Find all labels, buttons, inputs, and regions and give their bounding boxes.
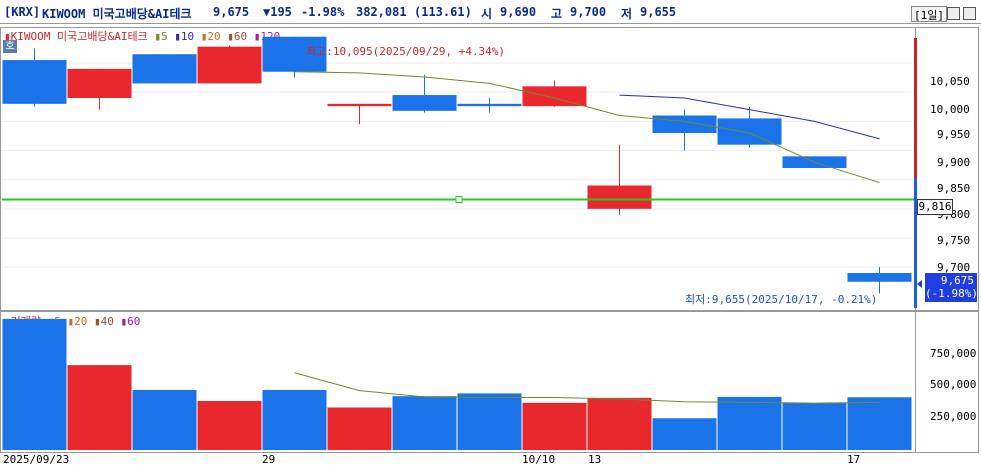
volume-bar (717, 396, 782, 450)
candle-body (847, 273, 912, 282)
crosshair-handle (455, 196, 463, 203)
last-change-value: (-1.98%) (925, 287, 978, 300)
volume-bar (392, 396, 457, 450)
range-bar-down (914, 178, 917, 308)
volume-bar (2, 318, 67, 450)
candle-body (652, 115, 717, 133)
price-tick: 9,850 (937, 182, 971, 195)
candlestick-chart[interactable] (0, 0, 981, 468)
price-tick: 10,050 (930, 75, 970, 88)
volume-tick: 250,000 (930, 410, 977, 423)
volume-bar (782, 403, 847, 450)
x-tick-label: 10/10 (522, 453, 556, 466)
volume-bar (132, 389, 197, 450)
volume-bar (457, 393, 522, 450)
last-price-pointer (917, 280, 922, 288)
candle-body (327, 103, 392, 107)
price-tick: 9,950 (937, 128, 971, 141)
volume-bar (587, 397, 652, 450)
high-annotation: 최고:10,095(2025/09/29, +4.34%) (306, 45, 506, 58)
candle-body (132, 54, 197, 84)
volume-bar (522, 402, 587, 450)
candle-body (67, 68, 132, 98)
crosshair-value-box: 9,816 (917, 199, 953, 215)
volume-bar (327, 407, 392, 450)
volume-tick: 500,000 (930, 378, 977, 391)
last-price-value: 9,675 (940, 274, 974, 287)
volume-bar (262, 389, 327, 450)
price-tick: 9,750 (937, 234, 971, 247)
x-tick-label: 2025/09/23 (3, 453, 70, 466)
candle-body (392, 95, 457, 111)
x-tick-label: 13 (588, 453, 602, 466)
candle-body (717, 118, 782, 145)
volume-bar (197, 401, 262, 450)
low-annotation: 최저:9,655(2025/10/17, -0.21%) (685, 293, 878, 306)
candle-body (457, 103, 522, 107)
price-tick: 9,900 (937, 156, 971, 169)
volume-ma5-line (294, 372, 880, 404)
volume-bar (67, 365, 132, 450)
x-tick-label: 17 (847, 453, 861, 466)
volume-tick: 750,000 (930, 347, 977, 360)
range-bar-up (914, 38, 917, 178)
volume-bar (652, 418, 717, 450)
price-tick: 10,000 (930, 103, 970, 116)
volume-bar (847, 397, 912, 450)
last-price-label: 9,675 (-1.98%) (925, 273, 978, 302)
candle-body (2, 60, 67, 104)
candle-body (197, 46, 262, 84)
candle-body (587, 185, 652, 209)
x-tick-label: 29 (262, 453, 276, 466)
candle-body (522, 86, 587, 107)
